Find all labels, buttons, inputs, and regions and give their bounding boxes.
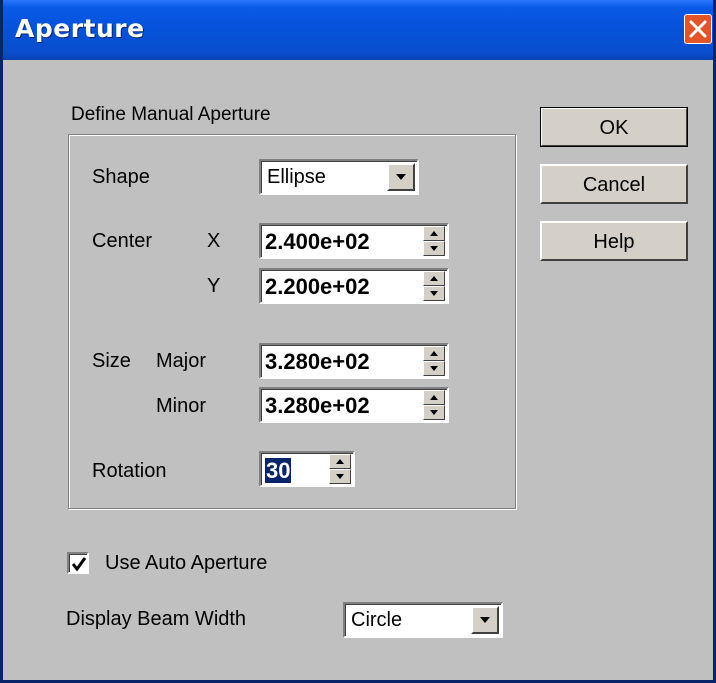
rotation-spin-up[interactable] [329, 454, 351, 469]
spin-down-icon [430, 410, 438, 415]
size-major-spin-up[interactable] [423, 346, 445, 361]
help-button[interactable]: Help [540, 221, 688, 261]
close-icon [689, 20, 707, 38]
rotation-spin-down[interactable] [329, 469, 351, 484]
spin-up-icon [336, 459, 344, 464]
center-x-spin-up[interactable] [423, 226, 445, 241]
spin-down-icon [430, 291, 438, 296]
center-y-value: 2.200e+02 [265, 274, 370, 299]
beam-width-dropdown-button[interactable] [471, 606, 499, 634]
beam-width-dropdown[interactable]: Circle [343, 602, 503, 638]
center-x-label: X [207, 230, 221, 252]
rotation-value-wrap: 30 [265, 458, 292, 484]
center-label: Center [92, 230, 153, 252]
shape-dropdown-button[interactable] [387, 163, 415, 191]
spin-down-icon [430, 246, 438, 251]
group-label: Define Manual Aperture [67, 104, 275, 126]
shape-dropdown[interactable]: Ellipse [259, 159, 419, 195]
center-x-value: 2.400e+02 [265, 229, 370, 254]
size-minor-spin-up[interactable] [423, 390, 445, 405]
spin-up-icon [430, 231, 438, 236]
cancel-button[interactable]: Cancel [540, 164, 688, 204]
auto-aperture-checkbox[interactable] [67, 552, 89, 574]
checkmark-icon [71, 557, 87, 572]
rotation-field[interactable]: 30 [259, 451, 355, 487]
size-major-value: 3.280e+02 [265, 349, 370, 374]
auto-aperture-label: Use Auto Aperture [105, 552, 268, 574]
window-title: Aperture [15, 14, 145, 43]
shape-value: Ellipse [267, 166, 326, 188]
ok-button[interactable]: OK [540, 107, 688, 147]
center-y-spin-down[interactable] [423, 286, 445, 301]
aperture-dialog: Aperture Define Manual Aperture Shape El… [0, 0, 716, 683]
beam-width-value: Circle [351, 609, 403, 631]
size-major-spin-down[interactable] [423, 361, 445, 376]
shape-label: Shape [92, 166, 150, 188]
size-major-label: Major [156, 350, 207, 372]
rotation-label: Rotation [92, 460, 167, 482]
rotation-value: 30 [265, 458, 292, 483]
spin-down-icon [336, 474, 344, 479]
chevron-down-icon [396, 174, 406, 180]
spin-up-icon [430, 276, 438, 281]
center-x-spin-down[interactable] [423, 241, 445, 256]
size-minor-field[interactable]: 3.280e+02 [259, 387, 449, 423]
beam-width-label: Display Beam Width [66, 608, 247, 630]
center-y-spin-up[interactable] [423, 271, 445, 286]
size-minor-label: Minor [156, 395, 207, 417]
close-button[interactable] [684, 14, 712, 44]
size-label: Size [92, 350, 131, 372]
center-x-field[interactable]: 2.400e+02 [259, 223, 449, 259]
spin-up-icon [430, 395, 438, 400]
size-major-field[interactable]: 3.280e+02 [259, 343, 449, 379]
size-minor-value: 3.280e+02 [265, 393, 370, 418]
spin-up-icon [430, 351, 438, 356]
chevron-down-icon [480, 617, 490, 623]
spin-down-icon [430, 366, 438, 371]
center-y-field[interactable]: 2.200e+02 [259, 268, 449, 304]
center-y-label: Y [207, 275, 221, 297]
title-bar[interactable]: Aperture [3, 0, 713, 60]
size-minor-spin-down[interactable] [423, 405, 445, 420]
